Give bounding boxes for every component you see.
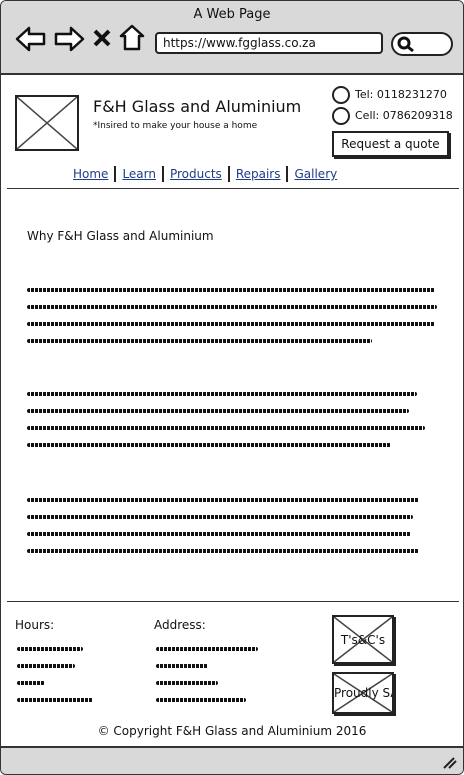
resize-grip-icon[interactable] [441,755,457,769]
placeholder-line [156,664,208,668]
copyright-text: © Copyright F&H Glass and Aluminium 2016 [97,724,367,738]
close-icon[interactable] [91,27,113,49]
logo-placeholder [15,95,79,151]
address-label: Address: [154,618,206,632]
placeholder-line [17,647,83,651]
placeholder-line [156,698,246,702]
header-divider [7,188,459,189]
placeholder-line [17,698,93,702]
status-bar [1,746,463,774]
placeholder-line [27,515,413,519]
request-quote-button[interactable]: Request a quote [332,131,449,157]
nav-learn[interactable]: Learn [116,165,162,183]
back-icon[interactable] [15,25,47,53]
main-nav: Home Learn Products Repairs Gallery [67,164,343,184]
placeholder-line [27,498,419,502]
placeholder-line [17,664,75,668]
placeholder-line [27,288,435,292]
cell-number: Cell: 0786209318 [355,109,453,122]
placeholder-line [27,339,372,343]
search-input[interactable] [391,32,453,56]
placeholder-line [27,549,419,553]
window-title: A Web Page [193,7,271,22]
tcs-link[interactable]: T's&C's [332,615,394,664]
placeholder-line [156,681,218,685]
cell-radio[interactable] [332,107,350,125]
search-icon [397,36,414,53]
image-placeholder-icon [16,96,78,150]
section-heading: Why F&H Glass and Aluminium [27,229,214,243]
tel-radio[interactable] [332,86,350,104]
nav-products[interactable]: Products [164,165,228,183]
nav-home[interactable]: Home [67,165,114,183]
placeholder-line [27,305,437,309]
proudly-sa-badge: Proudly SA [332,672,394,714]
tcs-label: T's&C's [340,632,386,647]
placeholder-line [27,443,391,447]
placeholder-line [27,532,411,536]
forward-icon[interactable] [53,25,85,53]
browser-window: A Web Page https://www.fgglass.co.za F&H… [0,0,464,775]
company-name: F&H Glass and Aluminium [93,97,302,116]
url-input[interactable]: https://www.fgglass.co.za [155,32,383,54]
home-icon[interactable] [119,24,145,52]
footer-divider [7,601,459,602]
tagline: *Insired to make your house a home [93,121,258,131]
placeholder-line [27,409,409,413]
hours-label: Hours: [15,618,55,632]
placeholder-line [17,681,45,685]
nav-repairs[interactable]: Repairs [230,165,287,183]
proudly-sa-label: Proudly SA [334,686,394,700]
nav-gallery[interactable]: Gallery [288,165,343,183]
browser-chrome: A Web Page https://www.fgglass.co.za [1,1,463,75]
placeholder-line [27,426,425,430]
tel-number: Tel: 0118231270 [355,88,447,101]
placeholder-line [156,647,258,651]
placeholder-line [27,322,435,326]
placeholder-line [27,392,417,396]
